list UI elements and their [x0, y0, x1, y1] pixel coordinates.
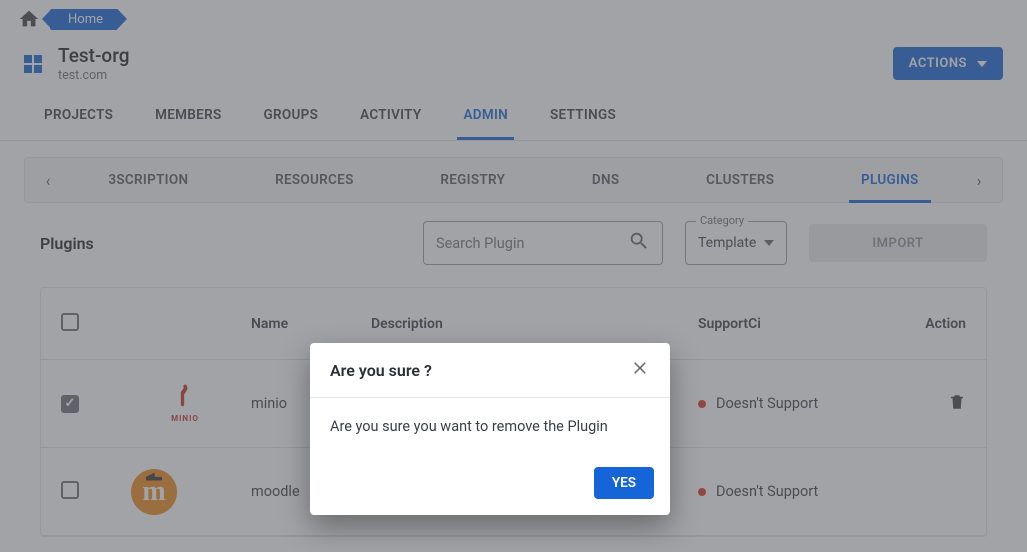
dialog-body: Are you sure you want to remove the Plug…: [310, 398, 670, 455]
confirm-yes-button[interactable]: YES: [594, 467, 654, 499]
confirm-dialog: Are you sure ? Are you sure you want to …: [310, 343, 670, 515]
dialog-title: Are you sure ?: [330, 361, 432, 380]
close-icon[interactable]: [632, 359, 650, 381]
